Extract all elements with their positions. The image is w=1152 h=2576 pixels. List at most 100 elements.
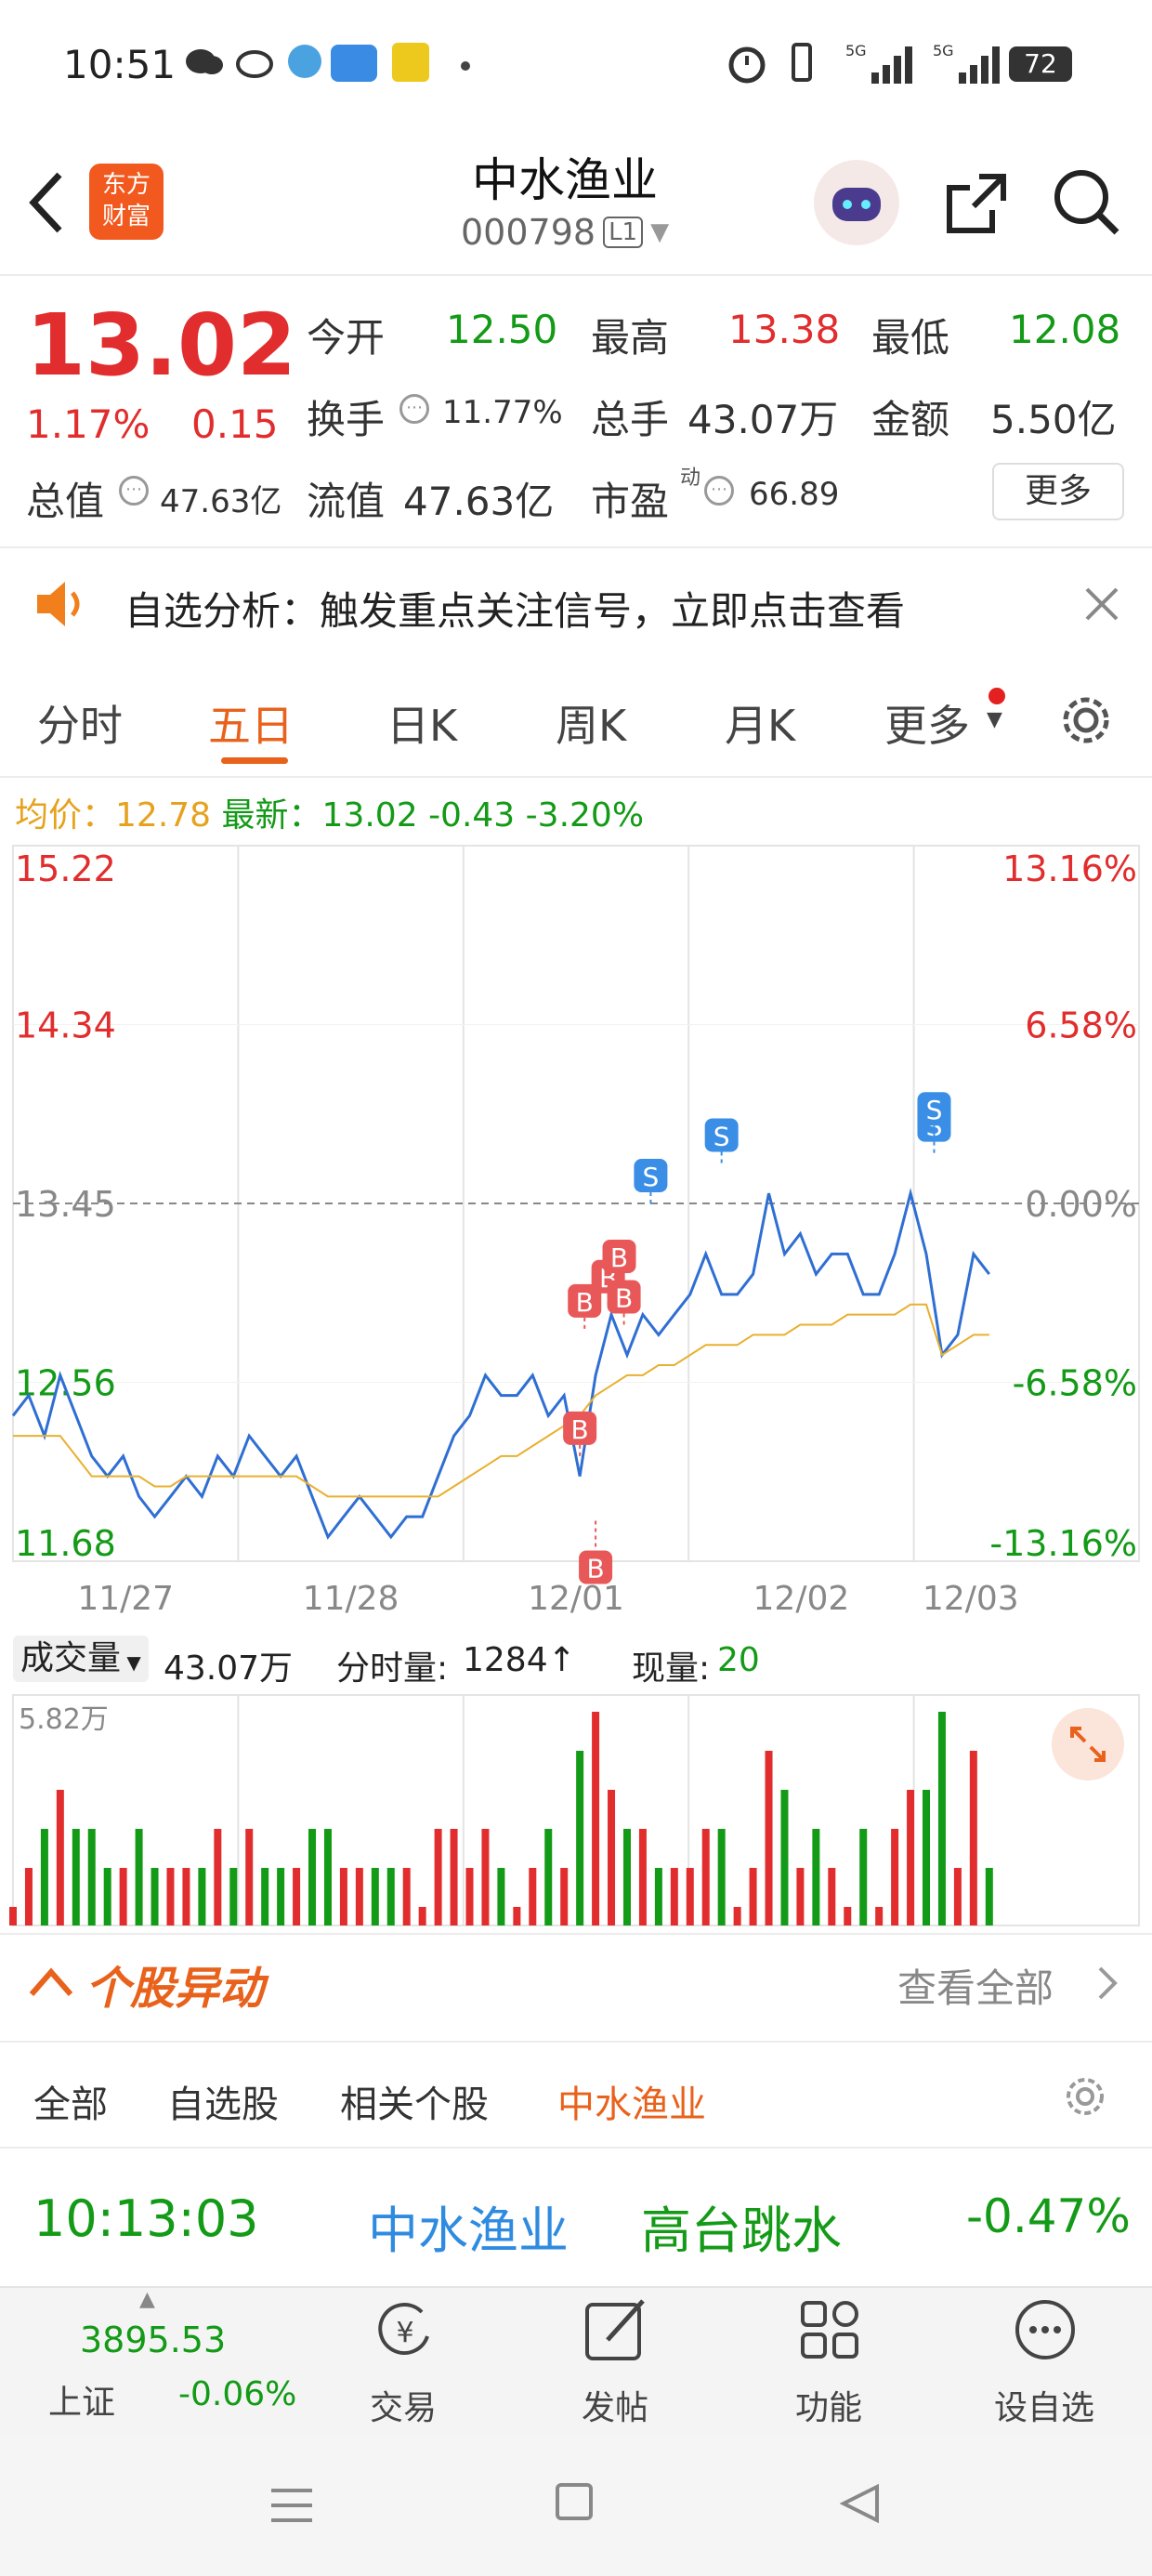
nav-trade[interactable]: 交易: [370, 2381, 437, 2429]
index-name[interactable]: 上证: [48, 2375, 115, 2424]
tab-weekly-k[interactable]: 周K: [556, 692, 626, 754]
volume-bar: [135, 1829, 143, 1925]
nav-function[interactable]: 功能: [795, 2381, 862, 2429]
divider: [0, 1933, 1152, 1935]
five-day-price-chart[interactable]: 15.22 13.16%14.34 6.58%13.45 0.00%12.56 -6.5…: [0, 836, 1152, 1636]
caret-up-icon: ▲: [139, 2288, 155, 2311]
divider: [0, 2041, 1152, 2043]
trade-marker-label: B: [610, 1242, 628, 1273]
pe-value: 66.89: [749, 476, 840, 513]
volume-bar: [151, 1868, 159, 1925]
volume-bar: [261, 1868, 269, 1925]
y-tick-pct-label: 13.16%: [1002, 848, 1137, 889]
tab-daily-k[interactable]: 日K: [386, 692, 457, 754]
volume-selector[interactable]: 成交量 ▼: [13, 1636, 149, 1682]
info-icon[interactable]: ⋯: [399, 394, 429, 424]
info-icon[interactable]: ⋯: [704, 476, 734, 506]
volume-bar: [638, 1829, 647, 1925]
volume-bar: [119, 1868, 127, 1925]
app-icon-1: [288, 45, 321, 78]
filter-this-stock[interactable]: 中水渔业: [557, 2074, 706, 2128]
page-title: 中水渔业: [472, 153, 658, 207]
alarm-icon: [727, 43, 767, 87]
volume-bar: [891, 1829, 899, 1925]
notice-bar[interactable]: 自选分析：触发重点关注信号，立即点击查看: [0, 548, 1152, 660]
volume-bar: [103, 1868, 111, 1925]
ai-assistant-icon[interactable]: [814, 160, 899, 245]
volume-bar: [544, 1829, 553, 1925]
brand-line: 财富: [101, 203, 151, 230]
chevron-up-icon[interactable]: [28, 1963, 74, 2004]
filter-watchlist[interactable]: 自选股: [167, 2074, 279, 2128]
stock-code-row[interactable]: 000798 L1 ▼: [461, 212, 669, 253]
volume-bar: [701, 1829, 710, 1925]
movers-title: 个股异动: [85, 1963, 265, 2015]
latest-pct: -3.20%: [525, 796, 645, 835]
post-icon[interactable]: [582, 2295, 652, 2368]
back-icon[interactable]: [24, 169, 69, 240]
more-button[interactable]: 更多: [992, 463, 1124, 520]
avg-price-line: [13, 1303, 989, 1498]
volume-bar: [9, 1907, 17, 1925]
volume-bar: [670, 1868, 678, 1925]
volume-bar: [844, 1907, 852, 1925]
x-tick-label: 12/02: [753, 1580, 850, 1618]
home-icon[interactable]: [556, 2483, 593, 2520]
function-grid-icon[interactable]: [797, 2297, 862, 2366]
back-nav-icon[interactable]: [839, 2483, 881, 2528]
mover-row[interactable]: 10:13:03 中水渔业 高台跳水 -0.47%: [0, 2149, 1152, 2284]
volume-bar: [796, 1868, 805, 1925]
y-tick-label: 14.34: [15, 1005, 116, 1046]
settings-gear-icon[interactable]: [1059, 2070, 1111, 2126]
nav-post[interactable]: 发帖: [582, 2381, 648, 2429]
bottom-toolbar: [0, 2286, 1152, 2437]
tab-more[interactable]: 更多: [884, 692, 970, 754]
volume-label: 成交量: [20, 1639, 122, 1677]
high-label: 最高: [591, 315, 670, 361]
volume-bar: [402, 1868, 411, 1925]
price-line: [11, 1188, 990, 1540]
close-icon[interactable]: [1083, 585, 1120, 626]
svg-text:¥: ¥: [396, 2317, 413, 2349]
latest-change: -0.43: [428, 796, 516, 835]
volume-chart: 5.82万: [9, 1694, 1140, 1926]
tab-five-day[interactable]: 五日: [208, 692, 294, 754]
share-icon[interactable]: [938, 165, 1013, 243]
tab-intraday[interactable]: 分时: [37, 692, 123, 754]
settings-gear-icon[interactable]: [1054, 688, 1119, 756]
filter-related[interactable]: 相关个股: [340, 2074, 489, 2128]
svg-text:5G: 5G: [845, 42, 867, 59]
amount-label: 金额: [871, 397, 950, 442]
volume-total: 43.07万: [164, 1649, 294, 1688]
open-label: 今开: [307, 315, 386, 361]
trade-marker-label: B: [615, 1283, 633, 1314]
trade-icon[interactable]: ¥: [368, 2299, 442, 2368]
index-pct[interactable]: -0.06%: [178, 2375, 296, 2413]
chevron-right-icon[interactable]: [1096, 1965, 1119, 2005]
search-icon[interactable]: [1050, 165, 1124, 243]
expand-icon[interactable]: [1052, 1708, 1124, 1781]
tab-monthly-k[interactable]: 月K: [725, 692, 795, 754]
view-all-link[interactable]: 查看全部: [897, 1957, 1054, 2014]
current-volume-label: 现量:: [632, 1649, 711, 1688]
y-tick-pct-label: -6.58%: [1013, 1363, 1137, 1404]
volume-max-label: 5.82万: [19, 1703, 109, 1736]
mover-time: 10:13:03: [33, 2189, 259, 2248]
pe-superscript: 动: [680, 467, 701, 490]
change-pct: 1.17%: [26, 401, 151, 447]
volume-value: 43.07万: [687, 397, 839, 442]
menu-icon[interactable]: [269, 2487, 314, 2528]
volume-bar: [214, 1829, 222, 1925]
tick-volume-label: 分时量:: [336, 1649, 449, 1688]
app-icon-2: [331, 45, 377, 82]
index-value[interactable]: 3895.53: [80, 2320, 226, 2360]
volume-bar: [654, 1868, 662, 1925]
info-icon[interactable]: ⋯: [119, 476, 149, 506]
nav-add-watchlist[interactable]: 设自选: [994, 2381, 1094, 2429]
volume-bar: [686, 1868, 694, 1925]
speaker-icon: [33, 578, 89, 634]
svg-text:5G: 5G: [933, 42, 954, 59]
more-dots-icon[interactable]: [1013, 2297, 1078, 2366]
mover-stock[interactable]: 中水渔业: [368, 2189, 569, 2263]
filter-all[interactable]: 全部: [33, 2074, 108, 2128]
